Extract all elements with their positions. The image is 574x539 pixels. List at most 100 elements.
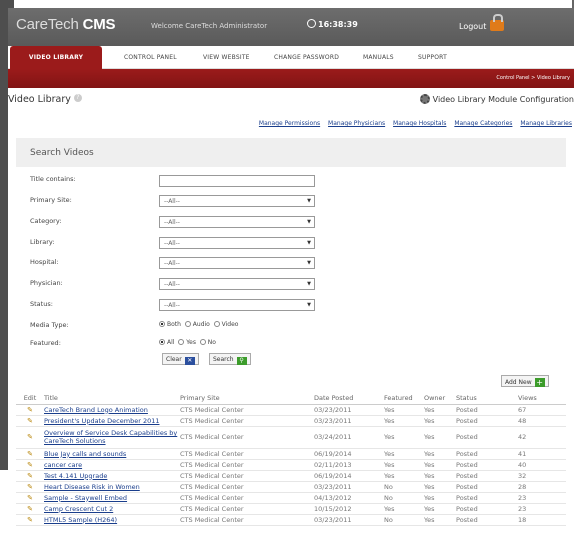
title-contains-input[interactable] [159,175,315,187]
table-row: ✎ cancer care CTS Medical Center 02/11/2013… [16,459,566,471]
edit-cell: ✎ [16,470,44,482]
hospital-select[interactable]: --All-- [159,257,315,269]
library-select[interactable]: --All-- [159,237,315,249]
nav-view-website[interactable]: VIEW WEBSITE [203,54,250,61]
nav-video-library[interactable]: VIDEO LIBRARY [10,46,102,69]
col-status[interactable]: Status [456,393,518,405]
featured-no-radio[interactable] [199,339,206,345]
views-cell: 32 [518,470,566,482]
link-manage-hospitals[interactable]: Manage Hospitals [393,120,446,127]
title-cell[interactable]: Blue Jay calls and sounds [44,448,180,460]
table-row: ✎ Heart Disease Risk in Women CTS Medical … [16,481,566,493]
title-cell[interactable]: Camp Crescent Cut 2 [44,503,180,515]
status-cell: Posted [456,481,518,493]
col-owner[interactable]: Owner [424,393,456,405]
col-title[interactable]: Title [44,393,180,405]
nav-support[interactable]: SUPPORT [418,54,447,61]
physician-select[interactable]: --All-- [159,278,315,290]
owner-cell: Yes [424,404,456,416]
add-new-button[interactable]: Add New + [501,375,549,387]
title-cell[interactable]: Sample - Staywell Embed [44,492,180,504]
media-type-label: Media Type: [30,321,69,329]
table-row: ✎ Sample - Staywell Embed CTS Medical Cent… [16,492,566,504]
featured-yes-label: Yes [186,339,196,346]
media-audio-radio[interactable] [184,321,191,327]
edit-cell: ✎ [16,492,44,504]
views-cell: 48 [518,415,566,427]
clear-button[interactable]: Clear ✕ [162,353,199,365]
title-cell[interactable]: CareTech Brand Logo Animation [44,404,180,416]
nav-control-panel[interactable]: CONTROL PANEL [124,54,177,61]
table-row: ✎ President's Update December 2011 CTS Med… [16,415,566,427]
module-config-link[interactable]: Video Library Module Configuration [419,94,574,104]
featured-yes-radio[interactable] [178,339,185,345]
primary-site-cell: CTS Medical Center [180,481,314,493]
title-cell[interactable]: cancer care [44,459,180,471]
pencil-icon[interactable]: ✎ [27,450,33,458]
pencil-icon[interactable]: ✎ [27,516,33,524]
views-cell: 23 [518,492,566,504]
nav-manuals[interactable]: MANUALS [363,54,394,61]
help-icon[interactable]: ? [73,94,82,102]
table-row: ✎ Camp Crescent Cut 2 CTS Medical Center 10… [16,503,566,515]
table-row: ✎ CareTech Brand Logo Animation CTS Medica… [16,404,566,416]
primary-site-cell: CTS Medical Center [180,514,314,526]
pencil-icon[interactable]: ✎ [27,433,33,441]
category-select[interactable]: --All-- [159,216,315,228]
featured-cell: Yes [384,470,424,482]
status-cell: Posted [456,514,518,526]
title-cell[interactable]: Heart Disease Risk in Women [44,481,180,493]
media-both-radio[interactable] [159,321,165,327]
pencil-icon[interactable]: ✎ [27,483,33,491]
title-cell[interactable]: Test 4.141 Upgrade [44,470,180,482]
title-cell[interactable]: Overview of Service Desk Capabilities by… [44,426,180,449]
title-cell[interactable]: President's Update December 2011 [44,415,180,427]
brand-logo[interactable]: CareTech CMS [16,16,116,33]
date-posted-cell: 03/23/2011 [314,481,384,493]
primary-site-label: Primary Site: [30,196,72,204]
primary-site-cell: CTS Medical Center [180,459,314,471]
link-manage-categories[interactable]: Manage Categories [454,120,512,127]
title-cell[interactable]: HTML5 Sample (H264) [44,514,180,526]
featured-all-label: All [167,339,175,346]
category-label: Category: [30,217,62,225]
search-icon: ⚲ [236,357,247,365]
views-cell: 42 [518,426,566,449]
clock-time: 16:38:39 [318,20,358,29]
status-select[interactable]: --All-- [159,299,315,311]
title-row: Video Library ? Video Library Module Con… [8,88,574,110]
owner-cell: Yes [424,514,456,526]
table-row: ✎ Overview of Service Desk Capabilities b… [16,426,566,449]
link-manage-libraries[interactable]: Manage Libraries [520,120,572,127]
pencil-icon[interactable]: ✎ [27,406,33,414]
welcome-text: Welcome CareTech Administrator [151,22,268,30]
col-primary-site[interactable]: Primary Site [180,393,314,405]
search-button[interactable]: Search ⚲ [209,353,251,365]
pencil-icon[interactable]: ✎ [27,461,33,469]
featured-cell: Yes [384,404,424,416]
col-views[interactable]: Views [518,393,566,405]
owner-cell: Yes [424,481,456,493]
clock: 16:38:39 [307,19,358,29]
primary-site-cell: CTS Medical Center [180,415,314,427]
add-new-label: Add New [505,379,532,386]
views-cell: 67 [518,404,566,416]
logout-button[interactable]: Logout [459,14,505,31]
pencil-icon[interactable]: ✎ [27,494,33,502]
primary-site-cell: CTS Medical Center [180,503,314,515]
table-row: ✎ HTML5 Sample (H264) CTS Medical Center 03… [16,514,566,526]
pencil-icon[interactable]: ✎ [27,417,33,425]
nav-change-password[interactable]: CHANGE PASSWORD [274,54,339,61]
link-manage-permissions[interactable]: Manage Permissions [259,120,320,127]
pencil-icon[interactable]: ✎ [27,505,33,513]
breadcrumb[interactable]: Control Panel > Video Library [496,75,570,81]
col-featured[interactable]: Featured [384,393,424,405]
logout-label: Logout [459,22,487,31]
featured-all-radio[interactable] [159,339,165,345]
media-video-radio[interactable] [213,321,220,327]
pencil-icon[interactable]: ✎ [27,472,33,480]
col-date-posted[interactable]: Date Posted [314,393,384,405]
link-manage-physicians[interactable]: Manage Physicians [328,120,385,127]
primary-site-select[interactable]: --All-- [159,195,315,207]
close-icon: ✕ [184,357,195,365]
